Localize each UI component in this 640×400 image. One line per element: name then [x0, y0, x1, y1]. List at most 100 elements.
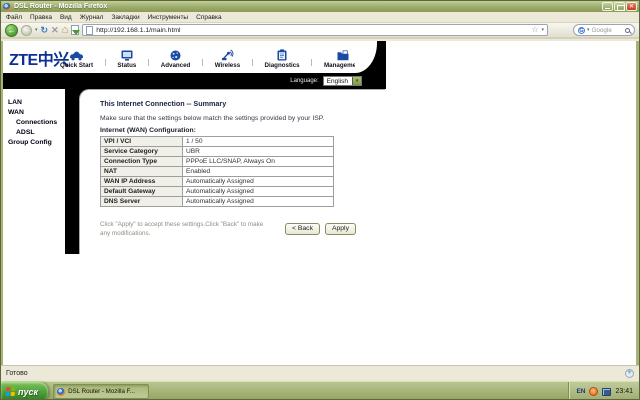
- maximize-button[interactable]: [614, 2, 625, 11]
- start-label: пуск: [18, 387, 38, 397]
- back-button[interactable]: < Back: [285, 223, 320, 235]
- row-label: Service Category: [101, 147, 183, 157]
- wan-config-table: VPI / VCI 1 / 50 Service Category UBR Co…: [100, 136, 334, 207]
- table-row: DNS Server Automatically Assigned: [101, 197, 334, 207]
- row-label: Default Gateway: [101, 187, 183, 197]
- keyboard-language-indicator[interactable]: EN: [576, 388, 585, 395]
- nav-status[interactable]: Status: [117, 49, 136, 69]
- clipboard-icon: [277, 49, 287, 61]
- status-text: Готово: [6, 370, 28, 377]
- row-label: VPI / VCI: [101, 137, 183, 147]
- table-row: Connection Type PPPoE LLC/SNAP, Always O…: [101, 157, 334, 167]
- taskbar: пуск DSL Router - Mozilla F... EN 23:41: [1, 381, 639, 400]
- row-value: PPPoE LLC/SNAP, Always On: [183, 157, 334, 167]
- router-header: ZTE中兴 Quick Start Status: [3, 41, 386, 73]
- system-tray: EN 23:41: [568, 382, 639, 400]
- search-bar[interactable]: G ▾ Google: [573, 24, 635, 36]
- car-icon: [69, 49, 84, 61]
- status-bar: Готово ✳: [1, 365, 639, 381]
- row-value: Automatically Assigned: [183, 177, 334, 187]
- home-icon[interactable]: ⌂: [62, 24, 69, 37]
- menu-history[interactable]: Журнал: [80, 14, 104, 21]
- window-title: DSL Router - Mozilla Firefox: [14, 3, 599, 10]
- language-select[interactable]: English: [323, 76, 362, 86]
- page-viewport: ZTE中兴 Quick Start Status: [1, 41, 639, 365]
- nav-wireless[interactable]: Wireless: [215, 49, 240, 69]
- menu-view[interactable]: Вид: [60, 14, 72, 21]
- row-label: Connection Type: [101, 157, 183, 167]
- table-row: Default Gateway Automatically Assigned: [101, 187, 334, 197]
- sidebar-item-adsl[interactable]: ADSL: [8, 128, 66, 138]
- header-corner-curve: [355, 41, 386, 73]
- nav-divider: [148, 59, 149, 66]
- table-title: Internet (WAN) Configuration:: [100, 127, 196, 134]
- folder-icon: [337, 49, 349, 61]
- update-notifier-icon[interactable]: [589, 387, 598, 396]
- table-row: Service Category UBR: [101, 147, 334, 157]
- clock: 23:41: [615, 388, 633, 395]
- address-bar[interactable]: http://192.168.1.1/main.html ☆ ▾: [82, 24, 548, 36]
- search-engine-dropdown-icon[interactable]: ▾: [587, 27, 590, 33]
- language-label: Language:: [290, 78, 318, 84]
- start-button[interactable]: пуск: [1, 382, 48, 400]
- row-label: NAT: [101, 167, 183, 177]
- apply-button[interactable]: Apply: [325, 223, 356, 235]
- nav-divider: [252, 59, 253, 66]
- forward-icon[interactable]: [21, 25, 32, 36]
- language-bar: Language: English: [3, 73, 386, 89]
- footer-note: Click "Apply" to accept these settings.C…: [100, 221, 272, 238]
- menu-edit[interactable]: Правка: [30, 14, 52, 21]
- stop-icon[interactable]: ✕: [51, 24, 59, 37]
- new-tab-icon[interactable]: [71, 25, 79, 35]
- row-label: DNS Server: [101, 197, 183, 207]
- sidebar: LAN WAN Connections ADSL Group Config: [8, 98, 66, 148]
- history-dropdown-icon[interactable]: ▾: [35, 27, 38, 33]
- router-nav: Quick Start Status Advanced: [60, 43, 362, 71]
- chevron-down-icon: [352, 77, 361, 85]
- bookmark-star-icon[interactable]: ☆: [531, 25, 538, 35]
- intro-text: Make sure that the settings below match …: [100, 115, 324, 122]
- network-monitor-icon[interactable]: [602, 388, 611, 396]
- close-icon[interactable]: [626, 2, 637, 11]
- sidebar-item-wan[interactable]: WAN: [8, 108, 66, 118]
- search-input[interactable]: Google: [592, 27, 623, 34]
- refresh-icon[interactable]: ↻: [41, 24, 49, 37]
- window-titlebar[interactable]: DSL Router - Mozilla Firefox: [1, 1, 639, 12]
- nav-diagnostics[interactable]: Diagnostics: [265, 49, 300, 69]
- sidebar-item-group-config[interactable]: Group Config: [8, 138, 66, 148]
- search-icon[interactable]: [625, 28, 630, 33]
- url-input[interactable]: http://192.168.1.1/main.html: [96, 27, 528, 34]
- nav-advanced[interactable]: Advanced: [161, 49, 191, 69]
- desktop: DSL Router - Mozilla Firefox Файл Правка…: [0, 0, 640, 400]
- sidebar-item-lan[interactable]: LAN: [8, 98, 66, 108]
- button-row: < Back Apply: [285, 223, 356, 235]
- menu-bar: Файл Правка Вид Журнал Закладки Инструме…: [1, 12, 639, 23]
- menu-file[interactable]: Файл: [6, 14, 22, 21]
- row-value: 1 / 50: [183, 137, 334, 147]
- menu-tools[interactable]: Инструменты: [148, 14, 189, 21]
- globe-icon: [170, 49, 181, 61]
- nav-divider: [311, 59, 312, 66]
- back-icon[interactable]: [5, 24, 18, 37]
- menu-bookmarks[interactable]: Закладки: [111, 14, 139, 21]
- monitor-icon: [121, 49, 133, 61]
- nav-quick-start[interactable]: Quick Start: [60, 49, 93, 69]
- firefox-icon: [3, 3, 11, 11]
- google-logo-icon: G: [578, 27, 585, 34]
- extension-icon[interactable]: ✳: [625, 369, 634, 378]
- nav-divider: [202, 59, 203, 66]
- nav-divider: [105, 59, 106, 66]
- row-value: Enabled: [183, 167, 334, 177]
- row-value: UBR: [183, 147, 334, 157]
- url-dropdown-icon[interactable]: ▾: [541, 27, 544, 33]
- table-row: VPI / VCI 1 / 50: [101, 137, 334, 147]
- taskbar-window-button[interactable]: DSL Router - Mozilla F...: [53, 384, 149, 399]
- menu-help[interactable]: Справка: [196, 14, 222, 21]
- row-label: WAN IP Address: [101, 177, 183, 187]
- table-row: WAN IP Address Automatically Assigned: [101, 177, 334, 187]
- page-title: This Internet Connection -- Summary: [100, 99, 226, 108]
- sidebar-item-connections[interactable]: Connections: [8, 118, 66, 128]
- minimize-button[interactable]: [602, 2, 613, 11]
- row-value: Automatically Assigned: [183, 197, 334, 207]
- site-favicon: [86, 26, 93, 35]
